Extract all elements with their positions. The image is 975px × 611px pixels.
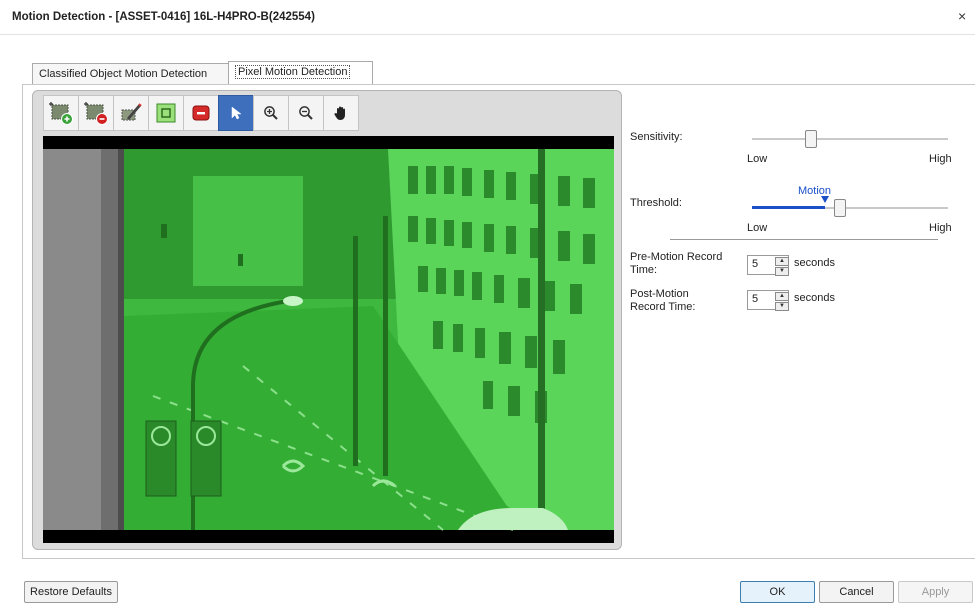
post-motion-label-line1: Post-Motion [630, 288, 689, 300]
pre-motion-spinbox[interactable]: 5 ▲ ▼ [747, 255, 789, 276]
pre-motion-value: 5 [752, 258, 759, 270]
close-icon[interactable]: × [958, 8, 966, 24]
motion-level-bar [752, 206, 825, 209]
tab-classified-object-motion[interactable]: Classified Object Motion Detection [32, 63, 230, 85]
cancel-button[interactable]: Cancel [819, 581, 894, 603]
divider [670, 239, 938, 240]
post-motion-value: 5 [752, 293, 759, 305]
viewer-toolbar [43, 95, 359, 131]
spin-up-icon[interactable]: ▲ [775, 292, 789, 301]
post-motion-label-line2: Record Time: [630, 301, 696, 313]
threshold-label: Threshold: [630, 197, 682, 209]
zoom-in-button[interactable] [253, 95, 289, 131]
tab-label: Classified Object Motion Detection [39, 68, 208, 80]
sensitivity-low-label: Low [747, 153, 768, 165]
remove-region-icon [84, 102, 108, 125]
pan-hand-icon [334, 106, 345, 120]
remove-region-button[interactable] [78, 95, 114, 131]
street-scene-image [43, 136, 614, 543]
camera-viewer [32, 90, 622, 550]
threshold-high-label: High [929, 222, 952, 234]
pre-motion-label-line1: Pre-Motion Record [630, 251, 723, 263]
spin-down-icon[interactable]: ▼ [775, 302, 789, 311]
pointer-icon [231, 106, 242, 120]
clear-all-icon [192, 105, 210, 121]
post-motion-label: Post-Motion Record Time: [630, 288, 695, 314]
camera-video-feed[interactable] [43, 136, 614, 543]
fill-all-button[interactable] [148, 95, 184, 131]
add-region-icon [49, 102, 73, 125]
threshold-low-label: Low [747, 222, 768, 234]
apply-button[interactable]: Apply [898, 581, 973, 603]
pre-motion-unit: seconds [794, 257, 835, 269]
pan-button[interactable] [323, 95, 359, 131]
post-motion-unit: seconds [794, 292, 835, 304]
spin-down-icon[interactable]: ▼ [775, 267, 789, 276]
draw-mask-icon [121, 103, 142, 121]
pointer-button[interactable] [218, 95, 254, 131]
pre-motion-label-line2: Time: [630, 264, 658, 276]
window-title: Motion Detection - [ASSET-0416] 16L-H4PR… [12, 11, 315, 23]
sensitivity-label: Sensitivity: [630, 131, 683, 143]
pre-motion-label: Pre-Motion Record Time: [630, 251, 722, 277]
tab-label: Pixel Motion Detection [235, 65, 351, 79]
motion-level-arrow-icon [820, 196, 829, 203]
ok-button[interactable]: OK [740, 581, 815, 603]
fill-all-icon [156, 103, 176, 123]
spin-up-icon[interactable]: ▲ [775, 257, 789, 266]
zoom-out-icon [299, 106, 313, 120]
sensitivity-high-label: High [929, 153, 952, 165]
zoom-out-button[interactable] [288, 95, 324, 131]
sensitivity-slider-thumb[interactable] [804, 130, 817, 148]
sensitivity-slider-track[interactable] [752, 138, 948, 140]
zoom-in-icon [264, 106, 278, 120]
motion-detection-dialog: Classified Object Motion Detection Pixel… [0, 35, 975, 611]
post-motion-spinbox[interactable]: 5 ▲ ▼ [747, 290, 789, 311]
threshold-slider-thumb[interactable] [834, 199, 847, 217]
tab-pixel-motion[interactable]: Pixel Motion Detection [228, 61, 373, 85]
restore-defaults-button[interactable]: Restore Defaults [24, 581, 118, 603]
add-region-button[interactable] [43, 95, 79, 131]
clear-all-button[interactable] [183, 95, 219, 131]
draw-mask-button[interactable] [113, 95, 149, 131]
title-bar: Motion Detection - [ASSET-0416] 16L-H4PR… [0, 0, 975, 35]
